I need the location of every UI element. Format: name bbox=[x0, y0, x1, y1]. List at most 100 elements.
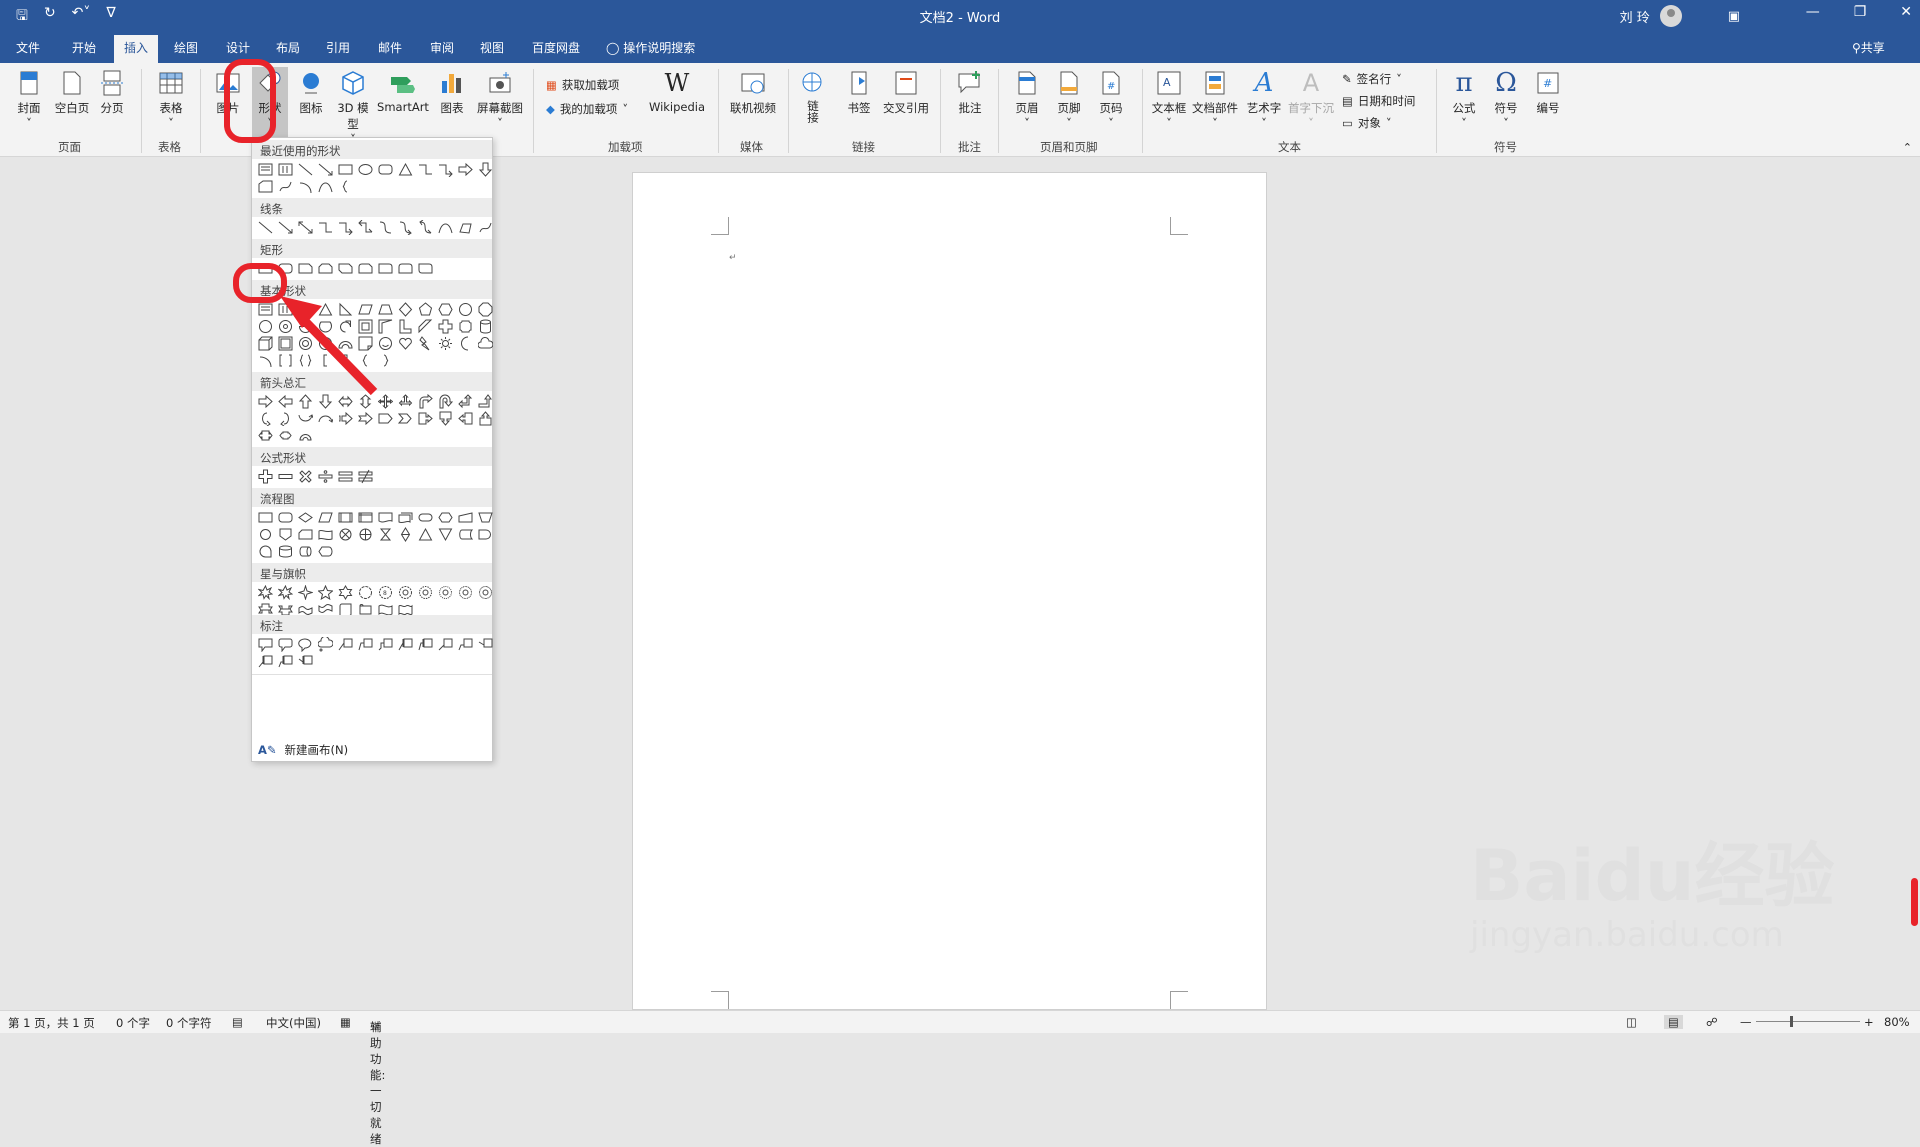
diagonal-stripe-shape-icon[interactable] bbox=[418, 319, 433, 334]
pentagon-arrow-shape-icon[interactable] bbox=[378, 411, 393, 426]
line-callout-3-shape-icon[interactable] bbox=[378, 637, 393, 652]
bent-arrow-shape-icon[interactable] bbox=[418, 394, 433, 409]
blank-page-button[interactable]: 空白页 bbox=[52, 69, 92, 116]
accent-callout-1-shape-icon[interactable] bbox=[398, 637, 413, 652]
right-arrow-shape-icon[interactable] bbox=[458, 162, 473, 177]
wordart-button[interactable]: A 艺术字 ˅ bbox=[1244, 69, 1284, 130]
quad-arrow-callout-shape-icon[interactable] bbox=[278, 428, 293, 443]
numbering-button[interactable]: # 编号 bbox=[1532, 69, 1564, 116]
cross-reference-button[interactable]: 交叉引用 bbox=[880, 69, 932, 116]
flowchart-data-shape-icon[interactable] bbox=[318, 510, 333, 525]
accent-border-callout-2-shape-icon[interactable] bbox=[278, 654, 293, 669]
plaque-shape-icon[interactable] bbox=[458, 319, 473, 334]
flowchart-preparation-shape-icon[interactable] bbox=[438, 510, 453, 525]
date-time-button[interactable]: ▤ 日期和时间 bbox=[1342, 93, 1415, 109]
star-8-point-shape-icon[interactable]: 8 bbox=[378, 585, 393, 600]
pentagon-shape-icon[interactable] bbox=[418, 302, 433, 317]
multiply-shape-icon[interactable] bbox=[298, 469, 313, 484]
down-arrow-callout-shape-icon[interactable] bbox=[438, 411, 453, 426]
freeform-shape-icon[interactable] bbox=[458, 220, 473, 235]
flowchart-document-shape-icon[interactable] bbox=[378, 510, 393, 525]
rectangle-shape-icon[interactable] bbox=[338, 162, 353, 177]
diamond-shape-icon[interactable] bbox=[398, 302, 413, 317]
divide-shape-icon[interactable] bbox=[318, 469, 333, 484]
left-right-arrow-callout-shape-icon[interactable] bbox=[258, 428, 273, 443]
elbow-double-arrow-shape-icon[interactable] bbox=[358, 220, 373, 235]
vertical-textbox-shape-icon[interactable] bbox=[278, 162, 293, 177]
tab-review[interactable]: 审阅 bbox=[430, 39, 454, 56]
object-button[interactable]: ▭ 对象 ˅ bbox=[1342, 115, 1392, 131]
arrow-line-shape-icon[interactable] bbox=[318, 162, 333, 177]
curved-up-arrow-shape-icon[interactable] bbox=[298, 411, 313, 426]
cloud-callout-shape-icon[interactable] bbox=[318, 637, 333, 652]
page-number-button[interactable]: # 页码 ˅ bbox=[1096, 69, 1126, 130]
3d-model-button[interactable]: 3D 模型˅ bbox=[334, 69, 372, 146]
signature-line-button[interactable]: ✎ 签名行 ˅ bbox=[1342, 71, 1402, 87]
chart-button[interactable]: 图表 bbox=[436, 69, 468, 116]
line-callout-2-shape-icon[interactable] bbox=[358, 637, 373, 652]
online-video-button[interactable]: 联机视频 bbox=[726, 69, 780, 116]
close-icon[interactable]: ✕ bbox=[1900, 4, 1912, 20]
left-up-arrow-shape-icon[interactable] bbox=[458, 394, 473, 409]
flowchart-extract-shape-icon[interactable] bbox=[418, 527, 433, 542]
rounded-rectangular-callout-shape-icon[interactable] bbox=[278, 637, 293, 652]
flowchart-terminator-shape-icon[interactable] bbox=[418, 510, 433, 525]
round-diagonal-shape-icon[interactable] bbox=[418, 261, 433, 276]
freeform-shape-icon[interactable] bbox=[278, 179, 293, 194]
new-comment-button[interactable]: 批注 bbox=[954, 69, 986, 116]
char-count[interactable]: 0 个字符 bbox=[166, 1015, 211, 1031]
text-box-button[interactable]: A 文本框 ˅ bbox=[1150, 69, 1188, 130]
flowchart-magnetic-disk-shape-icon[interactable] bbox=[278, 544, 293, 559]
tab-baidu[interactable]: 百度网盘 bbox=[532, 39, 580, 56]
flowchart-connector-shape-icon[interactable] bbox=[258, 527, 273, 542]
curved-left-arrow-shape-icon[interactable] bbox=[278, 411, 293, 426]
line-shape-icon[interactable] bbox=[258, 220, 273, 235]
curved-right-arrow-shape-icon[interactable] bbox=[258, 411, 273, 426]
read-mode-icon[interactable]: ◫ bbox=[1626, 1015, 1637, 1029]
curve-shape-icon[interactable] bbox=[438, 220, 453, 235]
arrow-line-shape-icon[interactable] bbox=[278, 220, 293, 235]
ribbon-display-icon[interactable]: ▣ bbox=[1728, 9, 1740, 24]
striped-right-arrow-shape-icon[interactable] bbox=[338, 411, 353, 426]
flowchart-merge-shape-icon[interactable] bbox=[438, 527, 453, 542]
web-layout-icon[interactable]: ☍ bbox=[1706, 1015, 1718, 1029]
curved-arrow-connector-shape-icon[interactable] bbox=[398, 220, 413, 235]
left-right-up-arrow-shape-icon[interactable] bbox=[398, 394, 413, 409]
flowchart-alternate-process-shape-icon[interactable] bbox=[278, 510, 293, 525]
elbow-connector-shape-icon[interactable] bbox=[418, 162, 433, 177]
word-count[interactable]: 0 个字 bbox=[116, 1015, 150, 1031]
star-5-point-shape-icon[interactable] bbox=[318, 585, 333, 600]
equal-shape-icon[interactable] bbox=[338, 469, 353, 484]
flowchart-direct-access-storage-shape-icon[interactable] bbox=[298, 544, 313, 559]
print-layout-icon[interactable]: ▤ bbox=[1664, 1015, 1683, 1029]
star-12-point-shape-icon[interactable] bbox=[418, 585, 433, 600]
flowchart-display-shape-icon[interactable] bbox=[318, 544, 333, 559]
accent-callout-2-shape-icon[interactable] bbox=[418, 637, 433, 652]
star-32-point-shape-icon[interactable] bbox=[478, 585, 493, 600]
flowchart-collate-shape-icon[interactable] bbox=[378, 527, 393, 542]
line-callout-1-shape-icon[interactable] bbox=[338, 637, 353, 652]
scroll-indicator[interactable] bbox=[1911, 878, 1918, 926]
share-button[interactable]: ⚲共享 bbox=[1852, 39, 1885, 56]
triangle-shape-icon[interactable] bbox=[398, 162, 413, 177]
heptagon-shape-icon[interactable] bbox=[458, 302, 473, 317]
down-arrow-shape-icon[interactable] bbox=[478, 162, 493, 177]
circular-arrow-shape-icon[interactable] bbox=[298, 428, 313, 443]
accent-border-callout-1-shape-icon[interactable] bbox=[258, 654, 273, 669]
star-7-point-shape-icon[interactable] bbox=[358, 585, 373, 600]
curve-shape-icon[interactable] bbox=[318, 179, 333, 194]
chevron-shape-icon[interactable] bbox=[398, 411, 413, 426]
my-addins-button[interactable]: ◆ 我的加载项 ˅ bbox=[546, 101, 628, 117]
double-arrow-line-shape-icon[interactable] bbox=[298, 220, 313, 235]
left-arrow-callout-shape-icon[interactable] bbox=[458, 411, 473, 426]
cloud-shape-icon[interactable] bbox=[478, 336, 493, 351]
macro-icon[interactable]: ▦ bbox=[340, 1015, 351, 1029]
border-callout-2-shape-icon[interactable] bbox=[458, 637, 473, 652]
collapse-ribbon-icon[interactable]: ⌃ bbox=[1903, 141, 1912, 154]
minimize-icon[interactable]: — bbox=[1806, 4, 1820, 20]
flowchart-sort-shape-icon[interactable] bbox=[398, 527, 413, 542]
tab-file[interactable]: 文件 bbox=[16, 39, 40, 56]
page-break-button[interactable]: 分页 bbox=[96, 69, 128, 116]
notched-right-arrow-shape-icon[interactable] bbox=[358, 411, 373, 426]
zoom-slider-thumb[interactable] bbox=[1790, 1016, 1793, 1027]
